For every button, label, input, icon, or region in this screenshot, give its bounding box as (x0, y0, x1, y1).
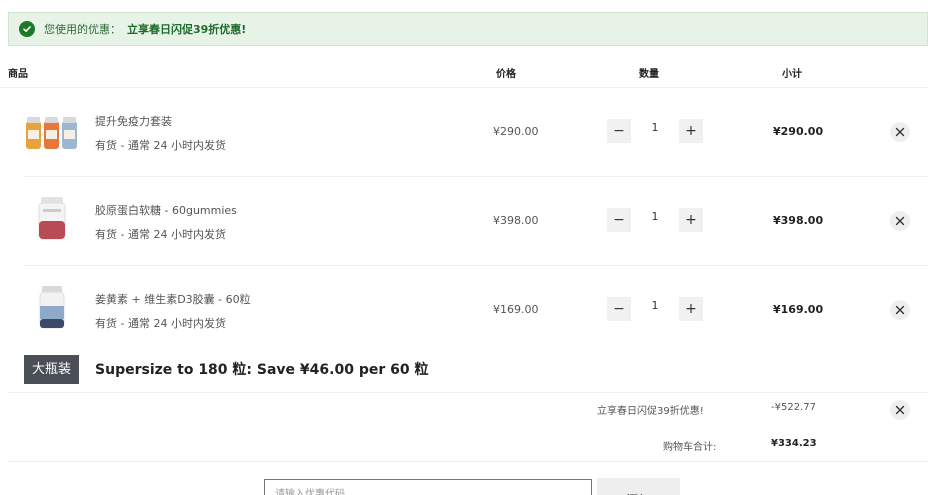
line-subtotal: ¥398.00 (773, 214, 824, 227)
remove-discount-button[interactable] (890, 400, 910, 420)
discount-label: 立享春日闪促39折优惠! (597, 406, 704, 417)
unit-price: ¥398.00 (493, 214, 539, 227)
product-image[interactable] (24, 112, 80, 152)
line-subtotal: ¥169.00 (773, 303, 824, 316)
stock-status: 有货 - 通常 24 小时内发货 (95, 317, 226, 330)
unit-price: ¥290.00 (493, 125, 539, 138)
apply-coupon-button[interactable]: 添加 (597, 478, 680, 495)
quantity-input[interactable] (648, 206, 662, 226)
promo-banner: 您使用的优惠： 立享春日闪促39折优惠! (8, 12, 928, 46)
decrease-quantity-button[interactable]: − (607, 208, 631, 232)
product-image[interactable] (24, 197, 80, 241)
remove-item-button[interactable] (890, 300, 910, 320)
close-icon (895, 305, 905, 315)
remove-item-button[interactable] (890, 211, 910, 231)
product-name[interactable]: 胶原蛋白软糖 - 60gummies (95, 202, 237, 218)
line-subtotal: ¥290.00 (773, 125, 824, 138)
increase-quantity-button[interactable]: + (679, 297, 703, 321)
cart-total-label: 购物车合计: (663, 442, 717, 453)
quantity-input[interactable] (648, 295, 662, 315)
column-header-price: 价格 (496, 69, 516, 80)
decrease-quantity-button[interactable]: − (607, 297, 631, 321)
close-icon (895, 405, 905, 415)
increase-quantity-button[interactable]: + (679, 119, 703, 143)
cart-item-row: 姜黄素 + 维生素D3胶囊 - 60粒 有货 - 通常 24 小时内发货 ¥16… (24, 266, 928, 355)
promo-value: 立享春日闪促39折优惠! (127, 23, 247, 36)
coupon-code-input[interactable] (264, 479, 592, 495)
close-icon (895, 216, 905, 226)
column-header-product: 商品 (8, 69, 28, 80)
upsell-offer[interactable]: 大瓶装 Supersize to 180 粒: Save ¥46.00 per … (24, 354, 428, 384)
upsell-badge: 大瓶装 (24, 354, 80, 384)
cart-item-row: 提升免疫力套装 有货 - 通常 24 小时内发货 ¥290.00 − + ¥29… (24, 88, 928, 177)
promo-label: 您使用的优惠： (44, 23, 121, 36)
upsell-text[interactable]: Supersize to 180 粒: Save ¥46.00 per 60 粒 (95, 359, 428, 379)
remove-item-button[interactable] (890, 122, 910, 142)
product-name[interactable]: 姜黄素 + 维生素D3胶囊 - 60粒 (95, 291, 251, 307)
stock-status: 有货 - 通常 24 小时内发货 (95, 228, 226, 241)
cart-total-value: ¥334.23 (771, 438, 817, 449)
column-header-subtotal: 小计 (782, 69, 802, 80)
check-circle-icon (19, 21, 35, 37)
quantity-input[interactable] (648, 117, 662, 137)
unit-price: ¥169.00 (493, 303, 539, 316)
product-name[interactable]: 提升免疫力套装 (95, 113, 172, 129)
cart-item-row: 胶原蛋白软糖 - 60gummies 有货 - 通常 24 小时内发货 ¥398… (24, 177, 928, 266)
divider (8, 461, 928, 462)
column-header-quantity: 数量 (639, 69, 659, 80)
decrease-quantity-button[interactable]: − (607, 119, 631, 143)
increase-quantity-button[interactable]: + (679, 208, 703, 232)
stock-status: 有货 - 通常 24 小时内发货 (95, 139, 226, 152)
product-image[interactable] (24, 286, 80, 330)
discount-value: -¥522.77 (771, 402, 816, 413)
cart-table-header: 商品 价格 数量 小计 (0, 52, 928, 88)
divider (8, 392, 928, 393)
close-icon (895, 127, 905, 137)
